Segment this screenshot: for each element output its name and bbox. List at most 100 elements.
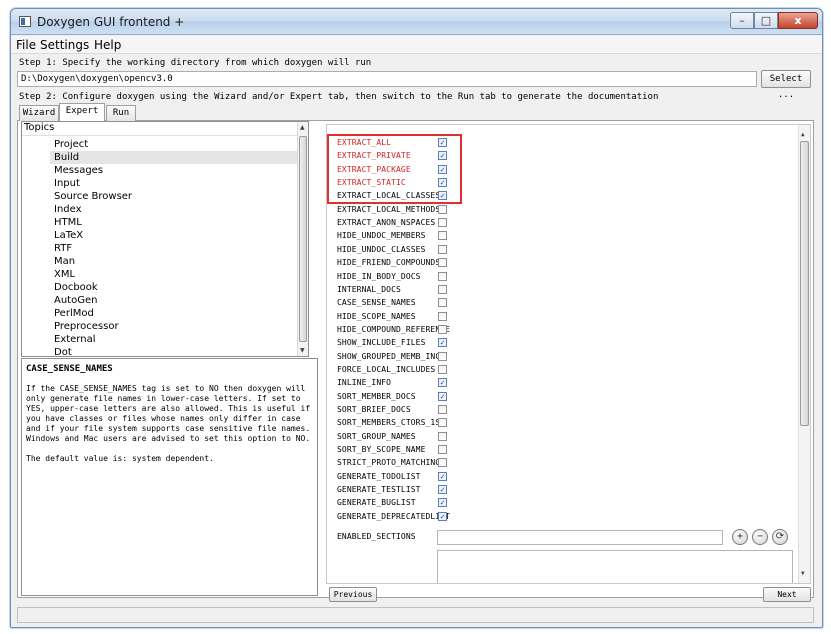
option-checkbox[interactable]: ✓: [438, 485, 447, 494]
window-title: Doxygen GUI frontend +: [37, 15, 185, 29]
option-label: EXTRACT_ANON_NSPACES: [337, 218, 436, 227]
enabled-sections-input[interactable]: [437, 530, 723, 545]
option-checkbox[interactable]: [438, 352, 447, 361]
topic-messages[interactable]: Messages: [54, 164, 103, 177]
option-checkbox[interactable]: ✓: [438, 178, 447, 187]
menu-settings[interactable]: Settings: [40, 38, 89, 52]
maximize-button[interactable]: □: [754, 12, 778, 29]
option-label: HIDE_COMPOUND_REFERENCE: [337, 325, 451, 334]
option-label: HIDE_SCOPE_NAMES: [337, 312, 416, 321]
option-label: SORT_BRIEF_DOCS: [337, 405, 411, 414]
option-label: SORT_MEMBERS_CTORS_1ST: [337, 418, 446, 427]
topic-project[interactable]: Project: [54, 138, 88, 151]
option-checkbox[interactable]: ✓: [438, 151, 447, 160]
option-checkbox[interactable]: [438, 325, 447, 334]
topic-build[interactable]: Build: [50, 151, 306, 164]
topic-html[interactable]: HTML: [54, 216, 82, 229]
option-checkbox[interactable]: ✓: [438, 165, 447, 174]
menu-bar: File Settings Help: [11, 36, 822, 54]
topic-dot[interactable]: Dot: [54, 346, 72, 356]
option-checkbox[interactable]: [438, 218, 447, 227]
enabled-sections-label: ENABLED_SECTIONS: [337, 532, 416, 541]
option-checkbox[interactable]: ✓: [438, 338, 447, 347]
add-icon[interactable]: +: [732, 529, 748, 545]
option-label: EXTRACT_LOCAL_METHODS: [337, 205, 441, 214]
option-label: SHOW_INCLUDE_FILES: [337, 338, 426, 347]
enabled-sections-list[interactable]: [437, 550, 793, 583]
options-scroll-up-icon[interactable]: ▲: [801, 131, 805, 138]
menu-file[interactable]: File: [16, 38, 36, 52]
next-button[interactable]: Next: [763, 587, 811, 602]
option-checkbox[interactable]: [438, 445, 447, 454]
option-checkbox[interactable]: ✓: [438, 392, 447, 401]
topic-index[interactable]: Index: [54, 203, 82, 216]
topic-input[interactable]: Input: [54, 177, 80, 190]
topic-latex[interactable]: LaTeX: [54, 229, 83, 242]
option-checkbox[interactable]: [438, 231, 447, 240]
reset-icon[interactable]: ⟳: [772, 529, 788, 545]
topic-xml[interactable]: XML: [54, 268, 75, 281]
close-button[interactable]: x: [778, 12, 818, 29]
topic-source-browser[interactable]: Source Browser: [54, 190, 132, 203]
option-checkbox[interactable]: ✓: [438, 191, 447, 200]
option-label: INTERNAL_DOCS: [337, 285, 401, 294]
help-default-value: The default value is: system dependent.: [26, 454, 214, 463]
option-checkbox[interactable]: [438, 458, 447, 467]
topic-external[interactable]: External: [54, 333, 96, 346]
topics-scroll-thumb[interactable]: [299, 136, 307, 342]
topic-autogen[interactable]: AutoGen: [54, 294, 97, 307]
topics-header: Topics: [22, 122, 302, 136]
option-label: STRICT_PROTO_MATCHING: [337, 458, 441, 467]
option-label: FORCE_LOCAL_INCLUDES: [337, 365, 436, 374]
option-checkbox[interactable]: [438, 285, 447, 294]
option-checkbox[interactable]: [438, 298, 447, 307]
option-label: EXTRACT_PACKAGE: [337, 165, 411, 174]
option-checkbox[interactable]: [438, 245, 447, 254]
option-checkbox[interactable]: ✓: [438, 512, 447, 521]
option-checkbox[interactable]: [438, 272, 447, 281]
option-label: HIDE_UNDOC_MEMBERS: [337, 231, 426, 240]
option-label: GENERATE_BUGLIST: [337, 498, 416, 507]
option-label: INLINE_INFO: [337, 378, 392, 387]
topic-man[interactable]: Man: [54, 255, 75, 268]
topic-perlmod[interactable]: PerlMod: [54, 307, 94, 320]
topic-docbook[interactable]: Docbook: [54, 281, 98, 294]
option-label: HIDE_IN_BODY_DOCS: [337, 272, 421, 281]
title-bar: Doxygen GUI frontend + – □ x: [11, 9, 822, 35]
options-scroll-down-icon[interactable]: ▼: [801, 570, 805, 577]
option-checkbox[interactable]: ✓: [438, 138, 447, 147]
option-checkbox[interactable]: ✓: [438, 472, 447, 481]
select-directory-button[interactable]: Select ...: [761, 70, 811, 100]
tab-wizard[interactable]: Wizard: [19, 105, 59, 121]
tab-run[interactable]: Run: [106, 105, 136, 121]
option-checkbox[interactable]: [438, 258, 447, 267]
menu-help[interactable]: Help: [94, 38, 121, 52]
option-checkbox[interactable]: [438, 205, 447, 214]
scroll-up-icon[interactable]: ▲: [300, 124, 305, 131]
topic-preprocessor[interactable]: Preprocessor: [54, 320, 119, 333]
option-checkbox[interactable]: [438, 365, 447, 374]
option-label: GENERATE_TODOLIST: [337, 472, 421, 481]
options-scrollbar[interactable]: ▲ ▼: [798, 125, 810, 583]
app-icon: [19, 16, 31, 27]
option-checkbox[interactable]: [438, 405, 447, 414]
options-panel: ENABLED_SECTIONS + − ⟳ ▲ ▼ EXTRACT_ALL ✓ E…: [326, 124, 811, 584]
option-label: GENERATE_TESTLIST: [337, 485, 421, 494]
working-directory-input[interactable]: D:\Doxygen\doxygen\opencv3.0: [17, 71, 757, 87]
previous-button[interactable]: Previous: [329, 587, 377, 602]
option-label: SORT_GROUP_NAMES: [337, 432, 416, 441]
option-checkbox[interactable]: ✓: [438, 498, 447, 507]
option-checkbox[interactable]: ✓: [438, 378, 447, 387]
options-scroll-thumb[interactable]: [800, 141, 809, 426]
option-checkbox[interactable]: [438, 432, 447, 441]
topic-rtf[interactable]: RTF: [54, 242, 72, 255]
tab-expert[interactable]: Expert: [59, 103, 105, 121]
remove-icon[interactable]: −: [752, 529, 768, 545]
scroll-down-icon[interactable]: ▼: [300, 347, 305, 354]
option-label: EXTRACT_LOCAL_CLASSES: [337, 191, 441, 200]
topics-scrollbar[interactable]: ▲ ▼: [297, 122, 308, 356]
minimize-button[interactable]: –: [730, 12, 754, 29]
option-checkbox[interactable]: [438, 418, 447, 427]
option-checkbox[interactable]: [438, 312, 447, 321]
option-label: EXTRACT_PRIVATE: [337, 151, 411, 160]
